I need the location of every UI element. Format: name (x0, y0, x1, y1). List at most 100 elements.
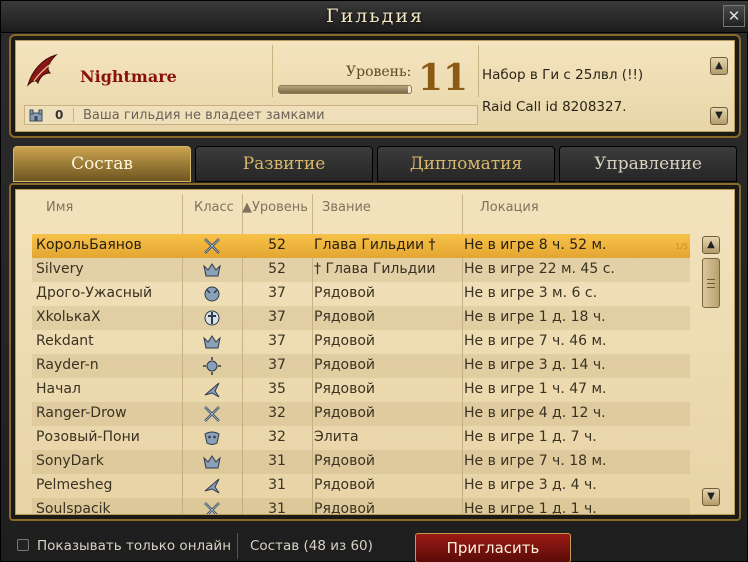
roster-count: Состав (48 из 60) (250, 538, 373, 554)
message-scrollbar[interactable]: ▲ ▼ (710, 57, 728, 129)
member-rank: Глава Гильдии † (314, 237, 436, 253)
level-label: Уровень: (346, 64, 412, 80)
member-rank: Рядовой (314, 309, 376, 325)
guild-message-line: Raid Call id 8208327. (482, 99, 627, 115)
castle-status: 0 Ваша гильдия не владеет замками (24, 105, 478, 125)
member-name: Soulspacik (36, 501, 111, 515)
column-header-level[interactable]: ▲Уровень (242, 200, 308, 220)
table-row[interactable]: Silvery 52 † Глава Гильдии Не в игре 22 м. … (32, 258, 690, 282)
level-progress-bar (278, 85, 412, 94)
scrollbar-thumb[interactable] (702, 258, 720, 308)
scroll-down-arrow-icon[interactable]: ▼ (710, 107, 728, 125)
table-row[interactable]: Начал 35 Рядовой Не в игре 1 ч. 47 м. (32, 378, 690, 402)
footer-bar: Показывать только онлайн Состав (48 из 6… (1, 525, 748, 562)
member-name: Pelmesheg (36, 477, 113, 493)
member-location: Не в игре 1 д. 18 ч. (464, 309, 606, 325)
online-only-label[interactable]: Показывать только онлайн (37, 538, 231, 554)
member-location: Не в игре 1 д. 7 ч. (464, 429, 597, 445)
close-button[interactable]: ✕ (723, 5, 745, 27)
member-rank: Рядовой (314, 333, 376, 349)
member-location: Не в игре 1 ч. 47 м. (464, 381, 607, 397)
crossed-swords-icon (204, 502, 220, 514)
member-location: Не в игре 3 д. 4 ч. (464, 477, 597, 493)
member-level: 37 (268, 357, 286, 373)
divider (73, 108, 74, 122)
table-row[interactable]: Дрого-Ужасный 37 Рядовой Не в игре 3 м. 6 с… (32, 282, 690, 306)
tab-roster[interactable]: Состав (13, 146, 191, 182)
table-row[interactable]: XkolькaX 37 Рядовой Не в игре 1 д. 18 ч. (32, 306, 690, 330)
table-row[interactable]: Ranger-Drow 32 Рядовой Не в игре 4 д. 12 ч. (32, 402, 690, 426)
scroll-up-arrow-icon[interactable]: ▲ (702, 236, 720, 254)
bird-blade-icon (204, 382, 220, 398)
column-header-location[interactable]: Локация (480, 200, 539, 220)
member-level: 37 (268, 285, 286, 301)
member-rank: Рядовой (314, 357, 376, 373)
table-row[interactable]: КорольБаянов 52 Глава Гильдии † Не в игре 8… (32, 234, 690, 258)
member-location: Не в игре 8 ч. 52 м. (464, 237, 607, 253)
winged-crest-icon (203, 335, 221, 349)
guild-window: Гильдия ✕ Nightmare Уровень: 11 0 Ваша г… (0, 0, 748, 562)
member-name: Розовый-Пони (36, 429, 140, 445)
member-level: 52 (268, 237, 286, 253)
guild-info-panel: Nightmare Уровень: 11 0 Ваша гильдия не … (9, 34, 741, 138)
online-only-checkbox[interactable] (17, 539, 29, 551)
member-name: Дрого-Ужасный (36, 285, 153, 301)
member-name: Silvery (36, 261, 84, 277)
member-rank: Рядовой (314, 453, 376, 469)
table-row[interactable]: Rekdant 37 Рядовой Не в игре 7 ч. 46 м. (32, 330, 690, 354)
castle-text: Ваша гильдия не владеет замками (83, 108, 325, 123)
column-header-name[interactable]: Имя (46, 200, 73, 220)
roster-panel: Имя Класс ▲Уровень Звание Локация Король… (9, 183, 741, 521)
guild-name: Nightmare (80, 67, 177, 86)
bird-blade-icon (204, 478, 220, 494)
member-location: Не в игре 7 ч. 18 м. (464, 453, 607, 469)
beast-icon (204, 286, 220, 302)
castle-count: 0 (55, 108, 64, 122)
column-header-class[interactable]: Класс (194, 200, 234, 220)
table-row[interactable]: SonyDark 31 Рядовой Не в игре 7 ч. 18 м. (32, 450, 690, 474)
tab-management[interactable]: Управление (559, 146, 737, 182)
member-location: Не в игре 22 м. 45 с. (464, 261, 615, 277)
scroll-up-arrow-icon[interactable]: ▲ (710, 57, 728, 75)
table-row[interactable]: Pelmesheg 31 Рядовой Не в игре 3 д. 4 ч. (32, 474, 690, 498)
scroll-down-arrow-icon[interactable]: ▼ (702, 488, 720, 506)
member-rank: Рядовой (314, 477, 376, 493)
column-header-rank[interactable]: Звание (322, 200, 371, 220)
member-level: 31 (268, 477, 286, 493)
member-level: 31 (268, 453, 286, 469)
table-row[interactable]: Розовый-Пони 32 Элита Не в игре 1 д. 7 ч. (32, 426, 690, 450)
divider (237, 533, 238, 559)
member-level: 32 (268, 405, 286, 421)
member-location: Не в игре 3 д. 14 ч. (464, 357, 606, 373)
crossed-swords-icon (204, 406, 220, 422)
table-row[interactable]: Rayder-n 37 Рядовой Не в игре 3 д. 14 ч. (32, 354, 690, 378)
member-name: SonyDark (36, 453, 104, 469)
guild-tabs: Состав Развитие Дипломатия Управление (13, 146, 741, 182)
window-title: Гильдия (325, 5, 424, 27)
member-level: 35 (268, 381, 286, 397)
member-level: 37 (268, 333, 286, 349)
member-name: Rayder-n (36, 357, 99, 373)
winged-crest-icon (203, 455, 221, 469)
spiked-orb-icon (203, 357, 221, 375)
member-rank: Рядовой (314, 501, 376, 515)
guild-emblem-icon (26, 53, 58, 87)
winged-crest-icon (203, 263, 221, 277)
castle-icon (29, 109, 43, 122)
invite-button[interactable]: Пригласить (415, 533, 571, 562)
member-rank: Рядовой (314, 381, 376, 397)
member-location: Не в игре 1 д. 1 ч. (464, 501, 597, 515)
member-rank: Элита (314, 429, 359, 445)
member-level: 31 (268, 501, 286, 515)
table-row[interactable]: Soulspacik 31 Рядовой Не в игре 1 д. 1 ч. (32, 498, 690, 515)
tab-development[interactable]: Развитие (195, 146, 373, 182)
tab-diplomacy[interactable]: Дипломатия (377, 146, 555, 182)
member-level: 52 (268, 261, 286, 277)
title-bar: Гильдия ✕ (1, 1, 748, 33)
member-level: 37 (268, 309, 286, 325)
member-rank: Рядовой (314, 405, 376, 421)
member-location: Не в игре 7 ч. 46 м. (464, 333, 607, 349)
roster-scrollbar[interactable]: ▲ ▼ (702, 236, 720, 506)
guild-level: 11 (418, 57, 469, 99)
member-location: Не в игре 3 м. 6 с. (464, 285, 598, 301)
